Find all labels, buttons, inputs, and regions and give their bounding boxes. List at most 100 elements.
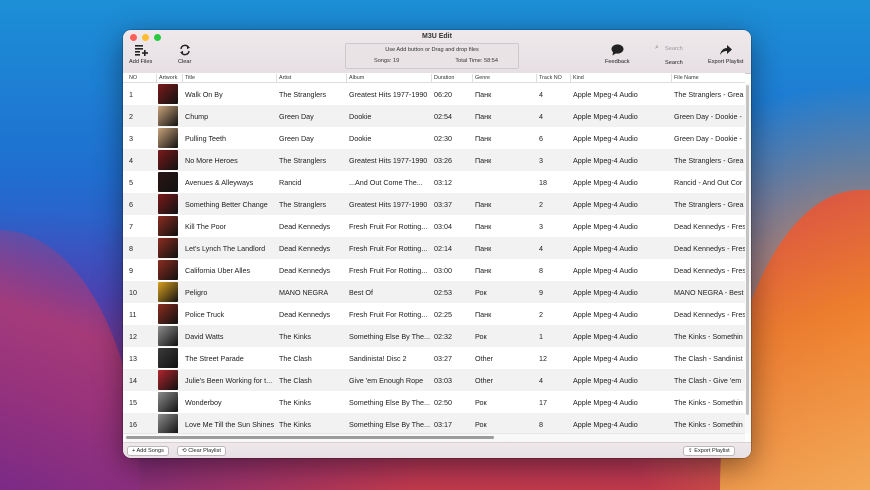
- cell-file-name: The Kinks - Somethin: [674, 332, 743, 341]
- cell-no: 9: [129, 266, 133, 275]
- search-input[interactable]: ⌕ Search: [651, 44, 701, 54]
- column-header-track-no[interactable]: Track NO: [536, 74, 562, 82]
- cell-duration: 03:27: [434, 354, 452, 363]
- cell-track-no: 4: [539, 112, 543, 121]
- cell-track-no: 2: [539, 200, 543, 209]
- clear-button[interactable]: Clear: [178, 44, 191, 65]
- cell-genre: Рок: [475, 398, 487, 407]
- add-files-label: Add Files: [129, 59, 153, 65]
- cell-album: Fresh Fruit For Rotting...: [349, 310, 428, 319]
- cell-no: 1: [129, 90, 133, 99]
- table-row[interactable]: 5 Avenues & Alleyways Rancid ...And Out Com…: [123, 171, 745, 193]
- cell-file-name: MANO NEGRA - Best: [674, 288, 744, 297]
- table-row[interactable]: 13 The Street Parade The Clash Sandinista! …: [123, 347, 745, 369]
- cell-track-no: 3: [539, 156, 543, 165]
- export-playlist-label: Export Playlist: [708, 59, 744, 65]
- album-artwork: [158, 370, 178, 390]
- table-row[interactable]: 10 Peligro MANO NEGRA Best Of 02:53 Рок 9 Apple…: [123, 281, 745, 303]
- share-arrow-icon: [719, 45, 732, 55]
- table-row[interactable]: 11 Police Truck Dead Kennedys Fresh Fruit F…: [123, 303, 745, 325]
- cell-artist: The Clash: [279, 376, 312, 385]
- vertical-scroll-thumb[interactable]: [746, 85, 749, 415]
- cell-title: California Uber Alles: [185, 266, 251, 275]
- column-header-genre[interactable]: Genre: [472, 74, 490, 82]
- cell-album: Dookie: [349, 134, 372, 143]
- column-header-kind[interactable]: Kind: [570, 74, 584, 82]
- export-playlist-toolbar-button[interactable]: Export Playlist: [708, 44, 743, 65]
- table-row[interactable]: 4 No More Heroes The Stranglers Greatest Hi…: [123, 149, 745, 171]
- cell-artist: The Stranglers: [279, 200, 327, 209]
- cell-duration: 02:32: [434, 332, 452, 341]
- table-row[interactable]: 2 Chump Green Day Dookie 02:54 Панк 4 Apple Mpe…: [123, 105, 745, 127]
- table-row[interactable]: 15 Wonderboy The Kinks Something Else By Th…: [123, 391, 745, 413]
- cell-album: Fresh Fruit For Rotting...: [349, 222, 428, 231]
- album-artwork: [158, 348, 178, 368]
- album-artwork: [158, 216, 178, 236]
- horizontal-scrollbar[interactable]: [123, 433, 745, 442]
- cell-file-name: The Kinks - Somethin: [674, 420, 743, 429]
- table-row[interactable]: 16 Love Me Till the Sun Shines The Kinks So…: [123, 413, 745, 433]
- column-header-artwork[interactable]: Artwork: [155, 74, 177, 82]
- horizontal-scroll-thumb[interactable]: [126, 436, 494, 439]
- table-row[interactable]: 14 Julie's Been Working for t... The Clash…: [123, 369, 745, 391]
- cell-duration: 02:30: [434, 134, 452, 143]
- cell-no: 13: [129, 354, 137, 363]
- vertical-scrollbar[interactable]: [745, 83, 751, 433]
- table-header: NO Artwork Title Artist Album Duration G…: [123, 73, 745, 83]
- cell-file-name: The Clash - Sandinist: [674, 354, 743, 363]
- status-message: Use Add button or Drag and drop files: [385, 47, 479, 53]
- column-header-title[interactable]: Title: [182, 74, 195, 82]
- cell-artist: Green Day: [279, 112, 314, 121]
- cell-album: Something Else By The...: [349, 398, 430, 407]
- table-row[interactable]: 6 Something Better Change The Stranglers Gr…: [123, 193, 745, 215]
- album-artwork: [158, 414, 178, 433]
- cell-track-no: 4: [539, 244, 543, 253]
- cell-artist: The Kinks: [279, 332, 311, 341]
- table-row[interactable]: 1 Walk On By The Stranglers Greatest Hits 1…: [123, 83, 745, 105]
- cell-album: Dookie: [349, 112, 372, 121]
- column-header-album[interactable]: Album: [345, 74, 364, 82]
- cell-track-no: 3: [539, 222, 543, 231]
- cell-no: 5: [129, 178, 133, 187]
- cell-album: Fresh Fruit For Rotting...: [349, 266, 428, 275]
- add-files-button[interactable]: Add Files: [129, 44, 152, 65]
- cell-album: Greatest Hits 1977-1990: [349, 156, 428, 165]
- cell-track-no: 2: [539, 310, 543, 319]
- cell-duration: 03:17: [434, 420, 452, 429]
- clear-playlist-label: Clear Playlist: [188, 448, 221, 454]
- table-row[interactable]: 3 Pulling Teeth Green Day Dookie 02:30 Панк 6 A…: [123, 127, 745, 149]
- cell-artist: The Clash: [279, 354, 312, 363]
- album-artwork: [158, 282, 178, 302]
- cell-artist: The Kinks: [279, 420, 311, 429]
- add-songs-button[interactable]: + Add Songs: [127, 446, 169, 456]
- feedback-button[interactable]: Feedback: [605, 44, 630, 65]
- cell-kind: Apple Mpeg-4 Audio: [573, 420, 638, 429]
- cell-file-name: Dead Kennedys - Fres: [674, 244, 745, 253]
- column-header-file-name[interactable]: File Name: [671, 74, 699, 82]
- table-row[interactable]: 12 David Watts The Kinks Something Else By …: [123, 325, 745, 347]
- table-row[interactable]: 7 Kill The Poor Dead Kennedys Fresh Fruit F…: [123, 215, 745, 237]
- clear-playlist-icon: ⟲: [182, 448, 187, 454]
- cell-artist: Dead Kennedys: [279, 266, 331, 275]
- cell-file-name: The Stranglers - Grea: [674, 200, 744, 209]
- cell-title: Julie's Been Working for t...: [185, 376, 273, 385]
- cell-kind: Apple Mpeg-4 Audio: [573, 310, 638, 319]
- cell-kind: Apple Mpeg-4 Audio: [573, 222, 638, 231]
- cell-duration: 03:26: [434, 156, 452, 165]
- cell-album: Sandinista! Disc 2: [349, 354, 407, 363]
- column-header-no[interactable]: NO: [129, 75, 137, 81]
- cell-track-no: 8: [539, 420, 543, 429]
- column-header-artist[interactable]: Artist: [275, 74, 291, 82]
- cell-genre: Панк: [475, 310, 492, 319]
- export-playlist-button[interactable]: ⇪ Export Playlist: [683, 446, 735, 456]
- add-list-icon: [134, 45, 148, 56]
- cell-no: 7: [129, 222, 133, 231]
- clear-playlist-button[interactable]: ⟲ Clear Playlist: [177, 446, 226, 456]
- table-row[interactable]: 8 Let's Lynch The Landlord Dead Kennedys Fr…: [123, 237, 745, 259]
- cell-file-name: The Stranglers - Grea: [674, 90, 744, 99]
- table-row[interactable]: 9 California Uber Alles Dead Kennedys Fresh…: [123, 259, 745, 281]
- cell-no: 12: [129, 332, 137, 341]
- cell-duration: 06:20: [434, 90, 452, 99]
- column-header-duration[interactable]: Duration: [430, 74, 454, 82]
- cell-kind: Apple Mpeg-4 Audio: [573, 156, 638, 165]
